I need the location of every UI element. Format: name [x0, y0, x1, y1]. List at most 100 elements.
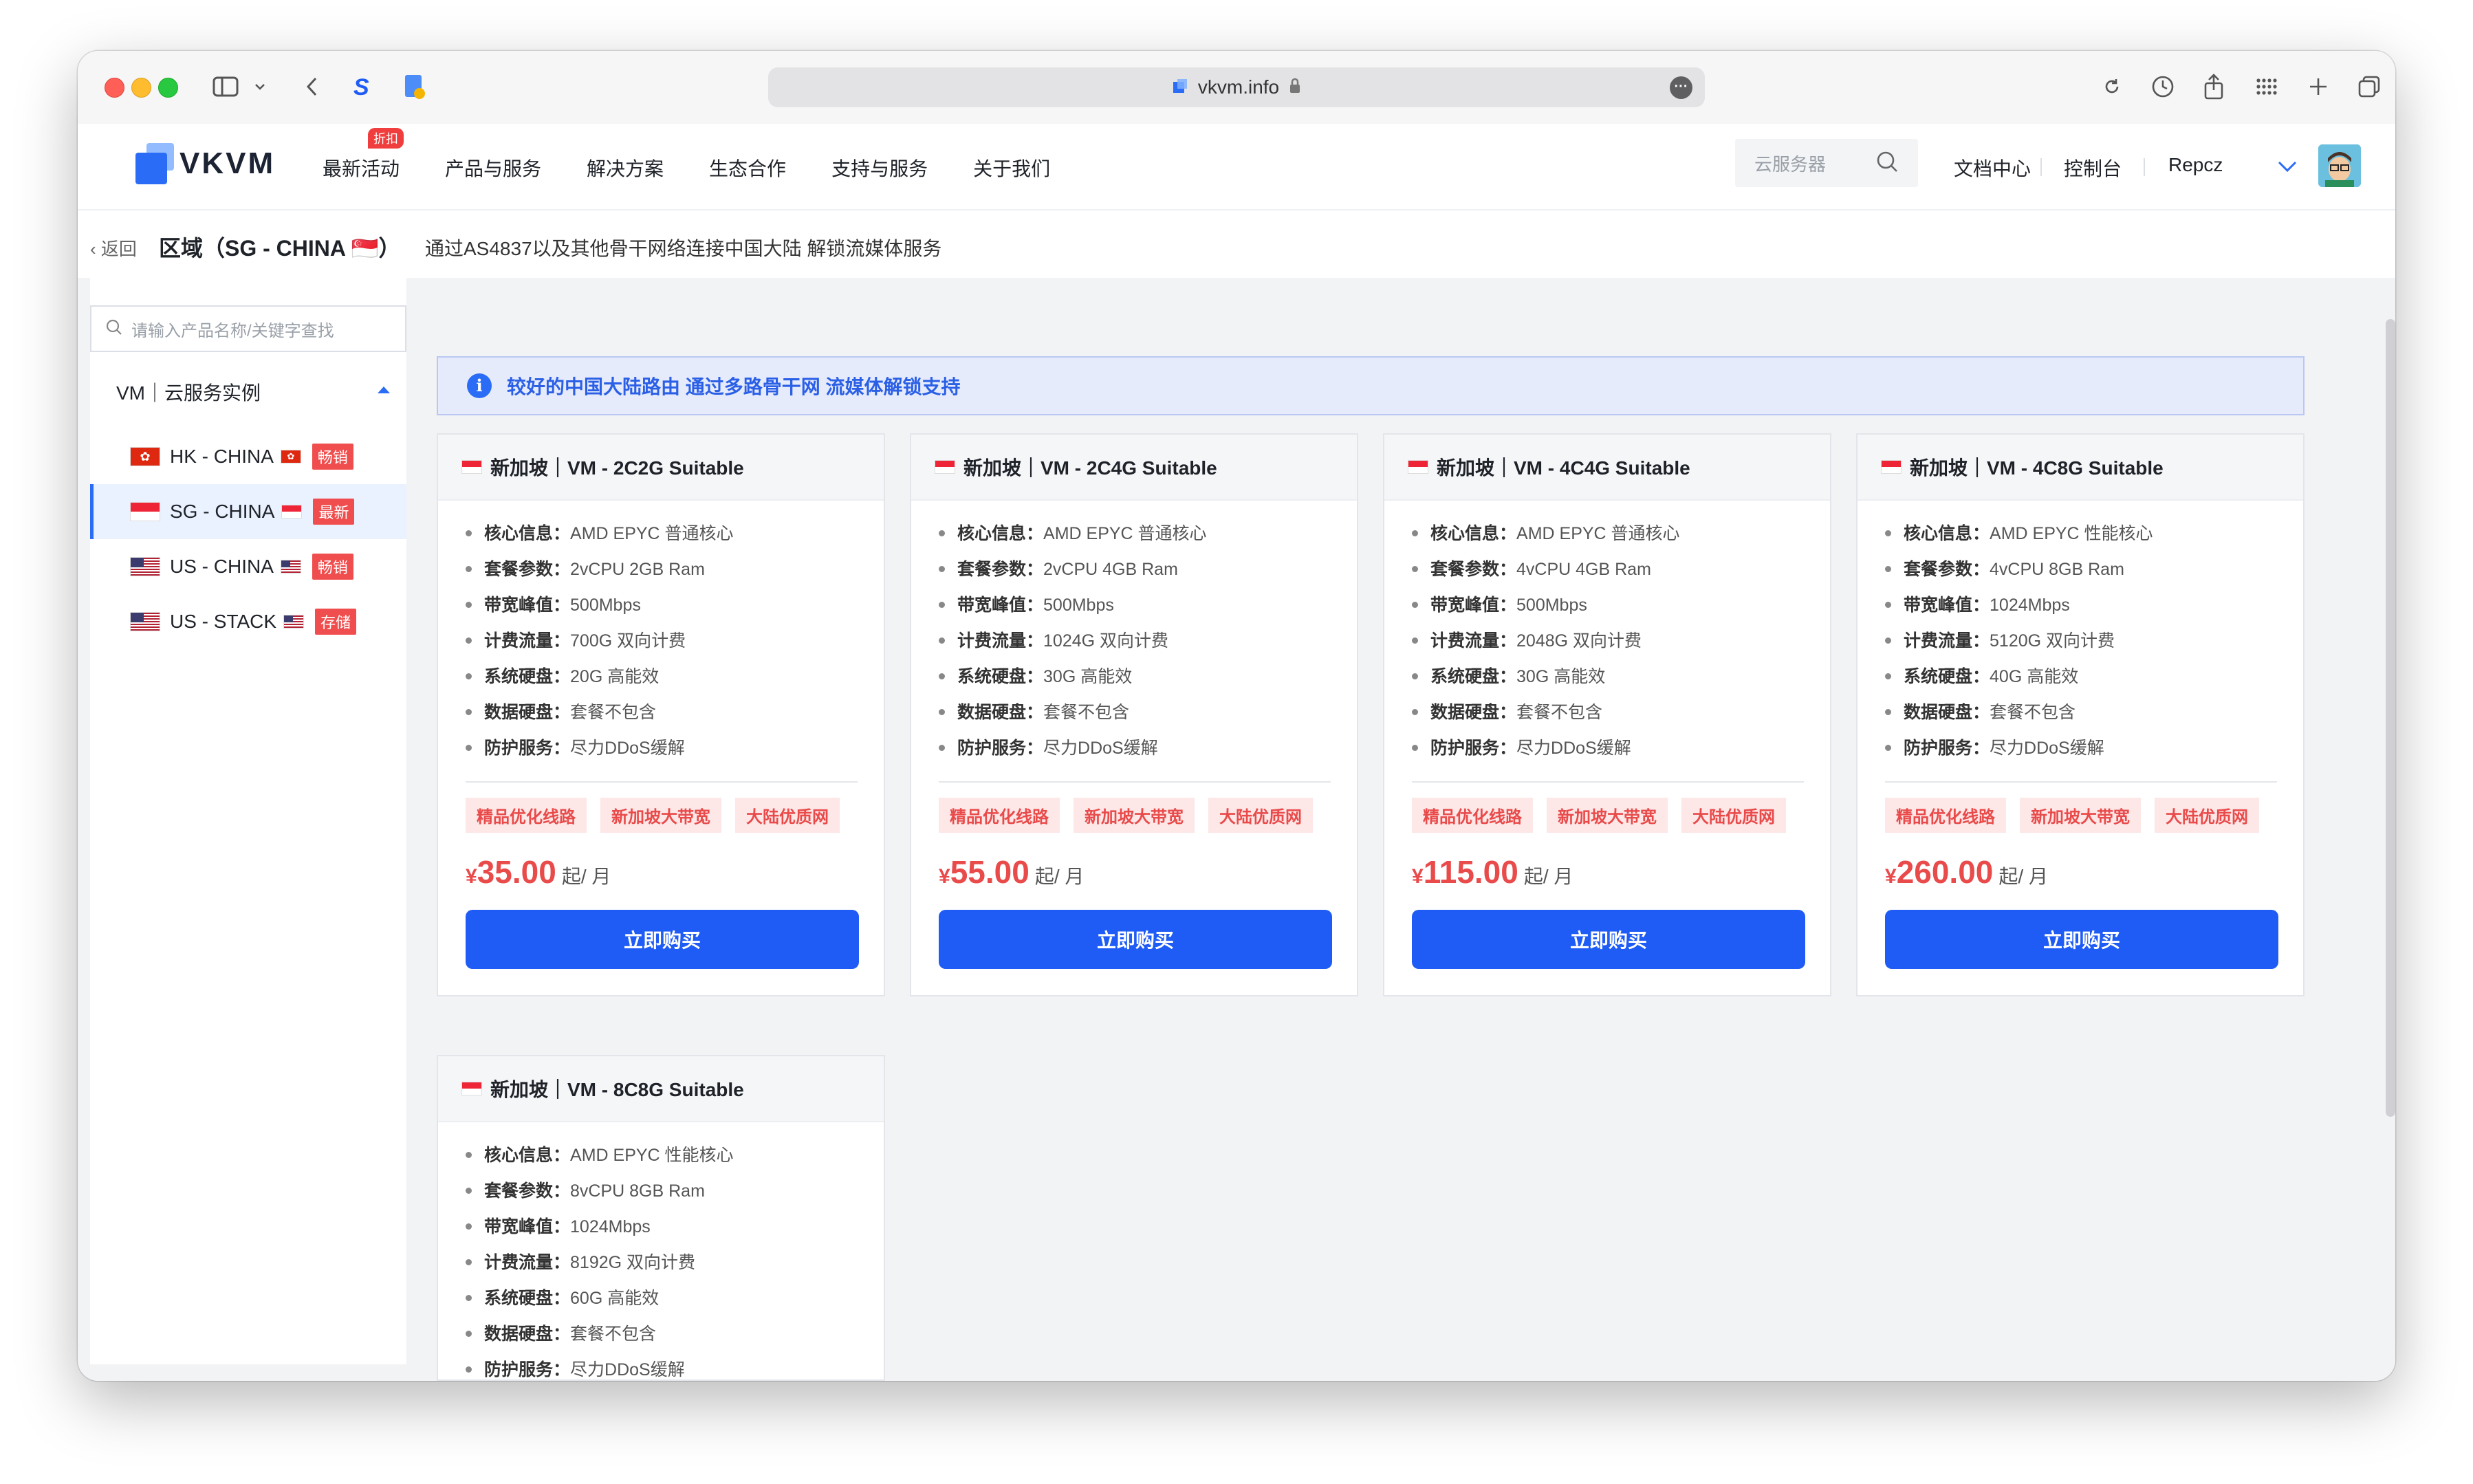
minimize-window-button[interactable] [131, 78, 151, 98]
spec-key: 系统硬盘： [484, 1289, 571, 1308]
nav-item-label: 解决方案 [587, 158, 664, 179]
nav-item-about[interactable]: 关于我们 [973, 154, 1050, 182]
spec-key: 带宽峰值： [1904, 596, 1990, 615]
spec-item: 核心信息：AMD EPYC 性能核心 [466, 1137, 884, 1173]
back-link[interactable]: ‹ 返回 [90, 235, 137, 261]
nav-item-support[interactable]: 支持与服务 [831, 154, 928, 182]
spec-key: 系统硬盘： [484, 667, 571, 686]
spec-item: 防护服务：尽力DDoS缓解 [1885, 730, 2303, 766]
user-menu-chevron-icon[interactable] [2277, 157, 2298, 179]
user-name[interactable]: Repcz [2168, 154, 2223, 176]
tab-overview-icon[interactable] [2354, 66, 2384, 107]
price-currency: ¥ [466, 865, 477, 888]
spec-key: 系统硬盘： [1904, 667, 1990, 686]
reload-icon[interactable] [2098, 66, 2126, 107]
nav-item-products[interactable]: 产品与服务 [445, 154, 541, 182]
spec-value: AMD EPYC 普通核心 [570, 524, 734, 543]
extension-doc-icon[interactable] [398, 66, 430, 107]
spec-item: 核心信息：AMD EPYC 普通核心 [1412, 516, 1830, 552]
nav-item-latest-events[interactable]: 最新活动 折扣 [323, 128, 404, 182]
sidebar-item-us-china[interactable]: US - CHINA 畅销 [90, 539, 406, 594]
console-link[interactable]: 控制台 [2064, 154, 2122, 182]
spec-item: 系统硬盘：20G 高能效 [466, 659, 884, 695]
spec-value: 4vCPU 8GB Ram [1990, 560, 2124, 579]
site-logo[interactable]: VKVM [135, 143, 275, 184]
address-bar[interactable]: vkvm.info ··· [768, 67, 1705, 107]
avatar[interactable] [2318, 144, 2361, 187]
price-unit: 起/ 月 [1523, 866, 1573, 887]
feature-tag: 新加坡大带宽 [600, 798, 721, 833]
sidebar-toggle-icon[interactable] [208, 66, 243, 107]
spec-value: AMD EPYC 性能核心 [570, 1146, 734, 1165]
feature-tags: 精品优化线路 新加坡大带宽 大陆优质网 [911, 783, 1357, 833]
card-header: 新加坡｜VM - 8C8G Suitable [438, 1056, 884, 1122]
svg-text:S: S [353, 74, 369, 99]
price: ¥ 35.00 起/ 月 [438, 833, 884, 891]
back-nav-icon[interactable] [298, 66, 325, 107]
spec-key: 计费流量： [957, 631, 1044, 651]
spec-item: 核心信息：AMD EPYC 性能核心 [1885, 516, 2303, 552]
collapse-caret-icon[interactable] [378, 386, 390, 393]
nav-item-ecosystem[interactable]: 生态合作 [709, 154, 786, 182]
extension-s-icon[interactable]: S [347, 66, 379, 107]
maximize-window-button[interactable] [158, 78, 178, 98]
page-menu-button[interactable]: ··· [1670, 76, 1692, 99]
search-icon[interactable] [1875, 150, 1899, 177]
sidebar-item-us-stack[interactable]: US - STACK 存储 [90, 594, 406, 649]
page-subtitle: 通过AS4837以及其他骨干网络连接中国大陆 解锁流媒体服务 [425, 238, 942, 259]
spec-value: 8vCPU 8GB Ram [570, 1181, 705, 1201]
product-title: 新加坡｜VM - 2C2G Suitable [490, 457, 744, 479]
docs-link[interactable]: 文档中心 [1954, 154, 2031, 182]
history-clock-icon[interactable] [2148, 66, 2178, 107]
spec-item: 防护服务：尽力DDoS缓解 [939, 730, 1357, 766]
spec-value: 40G 高能效 [1990, 667, 2079, 686]
scrollbar[interactable] [2386, 319, 2395, 1117]
spec-value: 1024Mbps [570, 1217, 651, 1236]
sidebar-group-title[interactable]: VM｜云服务实例 [116, 378, 261, 406]
spec-value: AMD EPYC 性能核心 [1990, 524, 2153, 543]
close-window-button[interactable] [105, 78, 124, 98]
spec-item: 核心信息：AMD EPYC 普通核心 [939, 516, 1357, 552]
sidebar-item-hk-china[interactable]: HK - CHINA 畅销 [90, 429, 406, 484]
spec-key: 套餐参数： [484, 560, 571, 579]
product-card: 新加坡｜VM - 4C4G Suitable 核心信息：AMD EPYC 普通核… [1383, 433, 1831, 996]
spec-list: 核心信息：AMD EPYC 性能核心 套餐参数：4vCPU 8GB Ram 带宽… [1858, 501, 2303, 766]
us-flag-icon [130, 612, 160, 631]
spec-key: 防护服务： [484, 1360, 571, 1379]
spec-value: AMD EPYC 普通核心 [1043, 524, 1207, 543]
sidebar-item-label: HK - CHINA [170, 446, 274, 467]
spec-value: 30G 高能效 [1516, 667, 1606, 686]
product-search-input[interactable]: 请输入产品名称/关键字查找 [90, 305, 406, 352]
spec-list: 核心信息：AMD EPYC 普通核心 套餐参数：4vCPU 4GB Ram 带宽… [1384, 501, 1830, 766]
buy-now-button[interactable]: 立即购买 [1885, 910, 2278, 969]
feature-tag: 精品优化线路 [1885, 798, 2006, 833]
spec-value: 尽力DDoS缓解 [1043, 739, 1158, 758]
spec-item: 计费流量：1024G 双向计费 [939, 623, 1357, 659]
spec-value: 8192G 双向计费 [570, 1253, 696, 1272]
buy-now-button[interactable]: 立即购买 [939, 910, 1332, 969]
grid-icon[interactable] [2251, 66, 2281, 107]
spec-key: 核心信息： [957, 524, 1044, 543]
buy-now-button[interactable]: 立即购买 [1412, 910, 1805, 969]
spec-item: 计费流量：8192G 双向计费 [466, 1245, 884, 1280]
new-tab-plus-icon[interactable] [2303, 66, 2333, 107]
site-search-input[interactable]: 云服务器 [1735, 139, 1918, 187]
price: ¥ 260.00 起/ 月 [1858, 833, 2303, 891]
chevron-down-icon[interactable] [250, 66, 270, 107]
buy-now-button[interactable]: 立即购买 [466, 910, 859, 969]
spec-key: 数据硬盘： [484, 1324, 571, 1344]
hk-flag-icon [280, 450, 301, 463]
product-card: 新加坡｜VM - 2C2G Suitable 核心信息：AMD EPYC 普通核… [437, 433, 885, 996]
spec-item: 套餐参数：8vCPU 8GB Ram [466, 1173, 884, 1209]
sidebar-item-sg-china[interactable]: SG - CHINA 最新 [90, 484, 406, 539]
price-amount: 260.00 [1896, 854, 1994, 890]
nav-item-solutions[interactable]: 解决方案 [587, 154, 664, 182]
spec-item: 系统硬盘：40G 高能效 [1885, 659, 2303, 695]
new-tag: 最新 [313, 499, 355, 525]
price-unit: 起/ 月 [1034, 866, 1085, 887]
spec-item: 带宽峰值：500Mbps [466, 587, 884, 623]
feature-tag: 精品优化线路 [466, 798, 587, 833]
spec-key: 数据硬盘： [957, 703, 1044, 722]
share-icon[interactable] [2199, 66, 2229, 107]
spec-key: 系统硬盘： [1430, 667, 1517, 686]
